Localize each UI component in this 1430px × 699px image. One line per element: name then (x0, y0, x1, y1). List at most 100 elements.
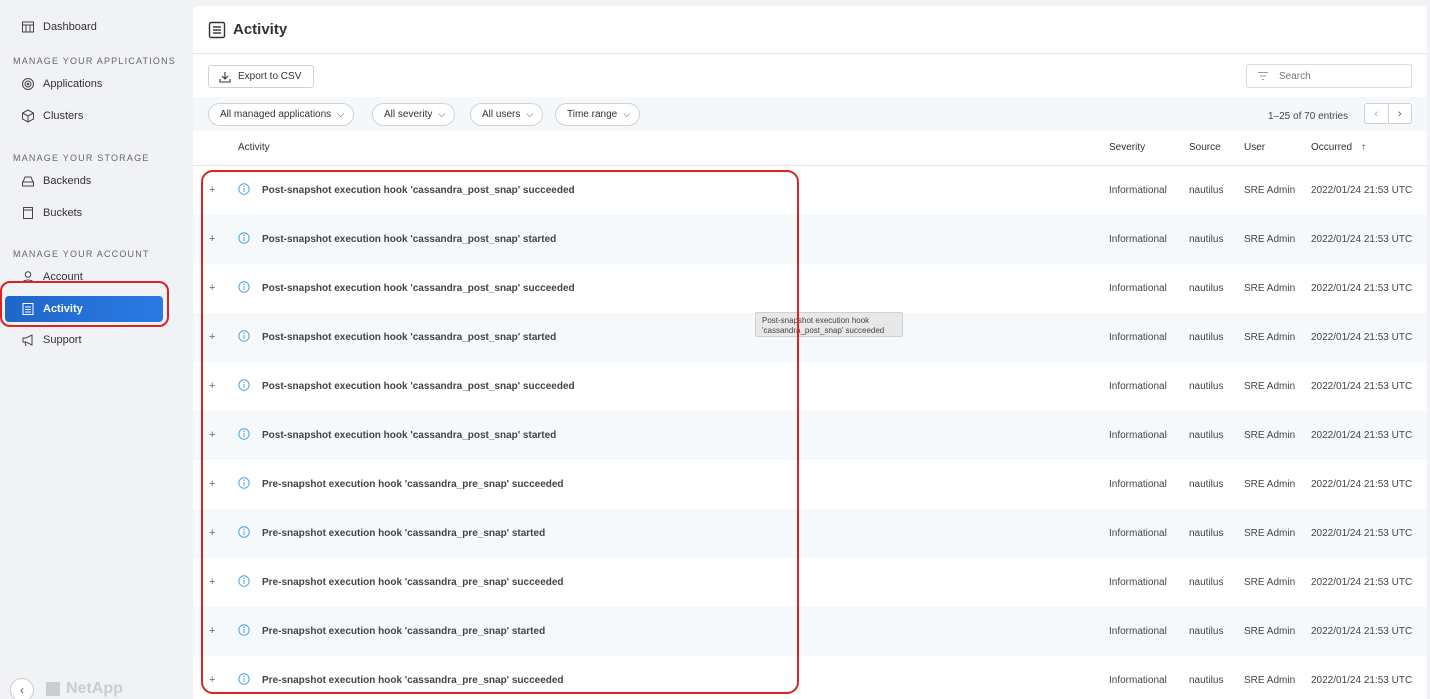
user-value: SRE Admin (1244, 430, 1296, 441)
table-row[interactable]: + Post-snapshot execution hook 'cassandra… (193, 215, 1427, 264)
expand-row-plus-icon[interactable]: + (209, 478, 215, 490)
user-value: SRE Admin (1244, 479, 1296, 490)
source-value: nautilus (1189, 283, 1224, 294)
occurred-value: 2022/01/24 21:53 UTC (1311, 430, 1413, 441)
filter-severity-dropdown[interactable]: All severity ⌵ (372, 103, 456, 126)
activity-description: Post-snapshot execution hook 'cassandra_… (262, 381, 575, 392)
page-header: Activity (193, 6, 1427, 54)
info-circle-icon (238, 673, 250, 685)
severity-value: Informational (1109, 332, 1167, 343)
pagination-entries-label: entries (1318, 111, 1349, 122)
column-header-user[interactable]: User (1244, 142, 1265, 153)
expand-row-plus-icon[interactable]: + (209, 527, 215, 539)
previous-page-button[interactable]: ‹ (1365, 104, 1389, 123)
section-heading-storage: MANAGE YOUR STORAGE (13, 153, 150, 163)
expand-row-plus-icon[interactable]: + (209, 331, 215, 343)
sidebar-item-buckets[interactable]: Buckets (0, 199, 188, 227)
occurred-value: 2022/01/24 21:53 UTC (1311, 185, 1413, 196)
user-value: SRE Admin (1244, 675, 1296, 686)
collapse-sidebar-button[interactable]: ‹ (10, 678, 34, 699)
next-page-button[interactable]: › (1389, 104, 1412, 123)
filter-time-range-dropdown[interactable]: Time range ⌵ (555, 103, 641, 126)
filter-users-dropdown[interactable]: All users ⌵ (470, 103, 544, 126)
sidebar-item-support[interactable]: Support (0, 326, 188, 354)
tooltip-line: 'cassandra_post_snap' succeeded (762, 326, 885, 335)
severity-value: Informational (1109, 234, 1167, 245)
expand-row-plus-icon[interactable]: + (209, 233, 215, 245)
table-row[interactable]: + Post-snapshot execution hook 'cassandra… (193, 264, 1427, 313)
table-row[interactable]: + Post-snapshot execution hook 'cassandra… (193, 362, 1427, 411)
activity-description: Post-snapshot execution hook 'cassandra_… (262, 430, 557, 441)
table-row[interactable]: + Pre-snapshot execution hook 'cassandra_… (193, 558, 1427, 607)
expand-row-plus-icon[interactable]: + (209, 380, 215, 392)
user-value: SRE Admin (1244, 528, 1296, 539)
sidebar-item-applications[interactable]: Applications (0, 70, 188, 98)
source-value: nautilus (1189, 430, 1224, 441)
expand-row-plus-icon[interactable]: + (209, 674, 215, 686)
filter-label: All severity (384, 109, 433, 120)
column-header-activity[interactable]: Activity (238, 142, 270, 153)
user-value: SRE Admin (1244, 283, 1296, 294)
list-document-icon (21, 302, 35, 316)
sidebar-item-label: Dashboard (43, 21, 97, 33)
export-csv-button[interactable]: Export to CSV (208, 65, 314, 88)
expand-row-plus-icon[interactable]: + (209, 576, 215, 588)
expand-row-plus-icon[interactable]: + (209, 282, 215, 294)
source-value: nautilus (1189, 185, 1224, 196)
chevron-down-icon: ⌵ (337, 109, 345, 119)
table-row[interactable]: + Pre-snapshot execution hook 'cassandra_… (193, 607, 1427, 656)
main-panel: Activity Export to CSV All managed appli… (193, 6, 1427, 699)
section-heading-applications: MANAGE YOUR APPLICATIONS (13, 56, 177, 66)
table-row[interactable]: + Post-snapshot execution hook 'cassandra… (193, 166, 1427, 215)
sidebar-item-backends[interactable]: Backends (0, 167, 188, 195)
severity-value: Informational (1109, 283, 1167, 294)
expand-row-plus-icon[interactable]: + (209, 625, 215, 637)
occurred-value: 2022/01/24 21:53 UTC (1311, 381, 1413, 392)
activity-description: Pre-snapshot execution hook 'cassandra_p… (262, 626, 546, 637)
expand-row-plus-icon[interactable]: + (209, 184, 215, 196)
user-icon (21, 270, 35, 284)
user-value: SRE Admin (1244, 626, 1296, 637)
storage-drive-icon (21, 174, 35, 188)
table-row[interactable]: + Pre-snapshot execution hook 'cassandra_… (193, 656, 1427, 699)
table-row[interactable]: + Pre-snapshot execution hook 'cassandra_… (193, 509, 1427, 558)
sidebar-item-activity[interactable]: Activity (5, 296, 163, 322)
table-row[interactable]: + Pre-snapshot execution hook 'cassandra_… (193, 460, 1427, 509)
activity-description: Pre-snapshot execution hook 'cassandra_p… (262, 675, 564, 686)
download-icon (219, 71, 231, 83)
severity-value: Informational (1109, 430, 1167, 441)
severity-value: Informational (1109, 528, 1167, 539)
source-value: nautilus (1189, 381, 1224, 392)
sidebar-item-clusters[interactable]: Clusters (0, 102, 188, 130)
activity-tooltip: Post-snapshot execution hook 'cassandra_… (755, 312, 903, 337)
chevron-down-icon: ⌵ (526, 109, 534, 119)
sidebar-item-dashboard[interactable]: Dashboard (0, 13, 188, 41)
pagination-total: 70 (1304, 111, 1316, 122)
filter-applications-dropdown[interactable]: All managed applications ⌵ (208, 103, 355, 126)
sidebar-item-label: Account (43, 271, 83, 283)
column-header-severity[interactable]: Severity (1109, 142, 1145, 153)
info-circle-icon (238, 575, 250, 587)
occurred-value: 2022/01/24 21:53 UTC (1311, 675, 1413, 686)
activity-description: Pre-snapshot execution hook 'cassandra_p… (262, 577, 564, 588)
source-value: nautilus (1189, 332, 1224, 343)
sidebar-item-account[interactable]: Account (0, 263, 188, 291)
info-circle-icon (238, 330, 250, 342)
column-header-source[interactable]: Source (1189, 142, 1221, 153)
dashboard-icon (21, 20, 35, 34)
brand-logo: NetApp (46, 680, 123, 698)
expand-row-plus-icon[interactable]: + (209, 429, 215, 441)
info-circle-icon (238, 379, 250, 391)
search-box[interactable] (1246, 64, 1412, 88)
occurred-value: 2022/01/24 21:53 UTC (1311, 283, 1413, 294)
activity-description: Pre-snapshot execution hook 'cassandra_p… (262, 479, 564, 490)
source-value: nautilus (1189, 528, 1224, 539)
occurred-value: 2022/01/24 21:53 UTC (1311, 528, 1413, 539)
sidebar-item-label: Applications (43, 78, 103, 90)
severity-value: Informational (1109, 675, 1167, 686)
sidebar-item-label: Clusters (43, 110, 84, 122)
table-row[interactable]: + Post-snapshot execution hook 'cassandra… (193, 411, 1427, 460)
search-input[interactable] (1279, 70, 1399, 82)
column-header-occurred[interactable]: Occurred ↑ (1311, 142, 1366, 153)
severity-value: Informational (1109, 479, 1167, 490)
